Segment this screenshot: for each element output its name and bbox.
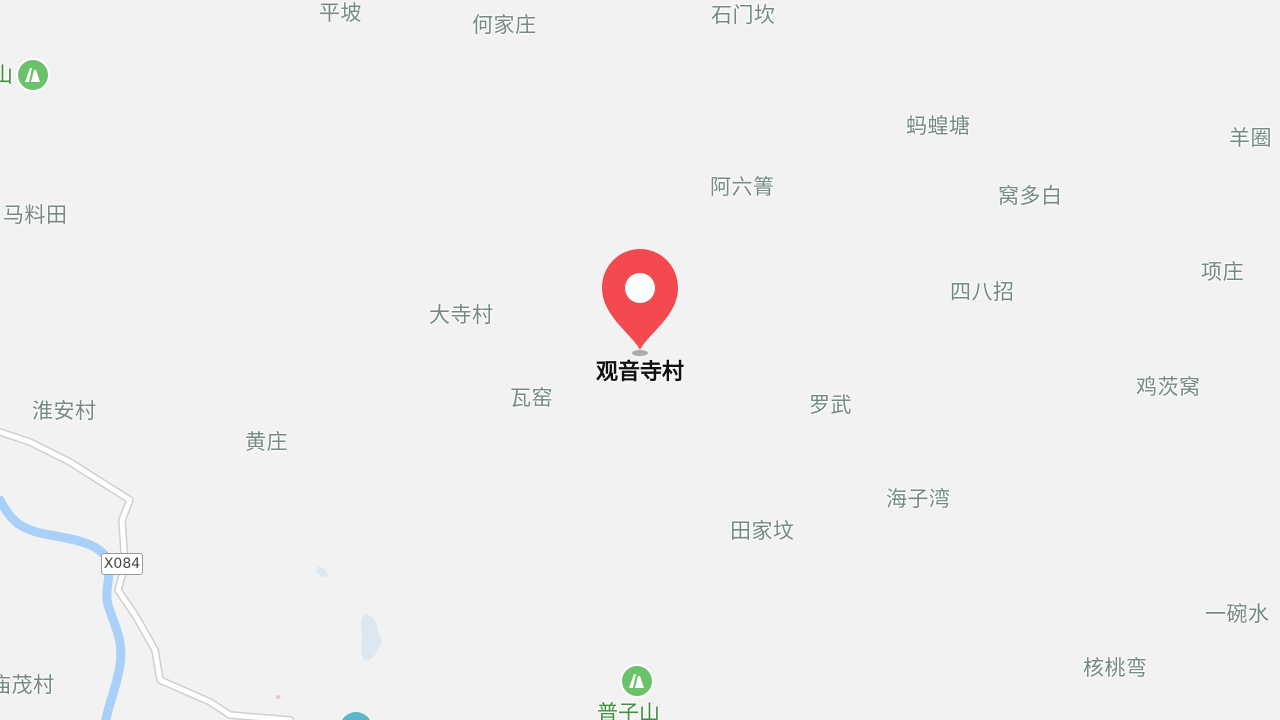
place-label: 鸡茨窝: [1136, 375, 1201, 399]
place-label: 黄庄: [245, 430, 288, 454]
place-label: 窝多白: [998, 184, 1063, 208]
place-label: 大寺村: [429, 303, 494, 327]
place-label: 庙茂村: [0, 673, 55, 697]
place-label: 罗武: [809, 393, 852, 417]
location-pin-icon[interactable]: [598, 246, 682, 358]
pond: [360, 614, 382, 661]
place-label: 何家庄: [472, 13, 537, 37]
place-label: 瓦窑: [510, 386, 553, 410]
mountain-label: 山: [0, 63, 13, 87]
place-label: 一碗水: [1205, 602, 1270, 626]
place-label: 四八招: [950, 280, 1015, 304]
mountain-label: 普子山: [597, 701, 660, 720]
place-label: 羊圈: [1229, 126, 1272, 150]
place-label: 淮安村: [32, 399, 97, 423]
mountain-icon[interactable]: [620, 664, 654, 698]
map-canvas[interactable]: 平坡 何家庄 石门坎 蚂蝗塘 羊圈 阿六箐 窝多白 马料田 项庄 四八招 大寺村…: [0, 0, 1280, 720]
mountain-icon[interactable]: [16, 58, 50, 92]
selected-place-label: 观音寺村: [595, 360, 684, 385]
place-label: 海子湾: [886, 487, 951, 511]
pond: [316, 566, 328, 577]
place-label: 项庄: [1201, 260, 1244, 284]
place-label: 马料田: [3, 203, 68, 227]
place-label: 石门坎: [711, 3, 776, 27]
road-shield: X084: [101, 553, 143, 575]
place-label: 平坡: [319, 1, 362, 25]
place-label: 田家坟: [730, 519, 795, 543]
place-label: 蚂蝗塘: [906, 114, 971, 138]
place-label: 核桃弯: [1083, 656, 1148, 680]
place-label: 阿六箐: [710, 175, 775, 199]
